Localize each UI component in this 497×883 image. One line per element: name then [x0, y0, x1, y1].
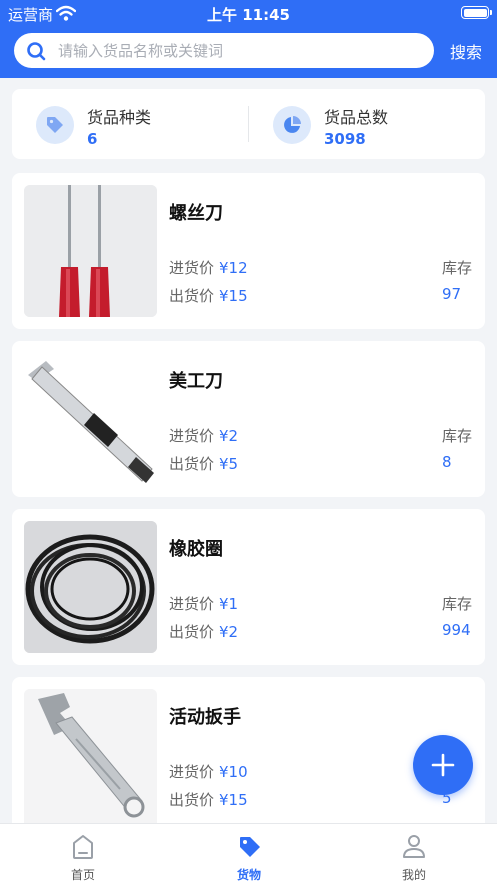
sale-price-row: 出货价 ¥15: [169, 285, 248, 306]
purchase-price-value: ¥2: [219, 427, 239, 445]
pie-chart-icon: [273, 106, 311, 144]
product-card[interactable]: 橡胶圈 进货价 ¥1 出货价 ¥2 库存 994: [12, 509, 485, 665]
purchase-price-label: 进货价: [169, 259, 215, 277]
purchase-price-value: ¥1: [219, 595, 239, 613]
product-card[interactable]: 螺丝刀 进货价 ¥12 出货价 ¥15 库存 97: [12, 173, 485, 329]
search-input[interactable]: [58, 33, 418, 68]
tab-goods-label: 货物: [236, 868, 261, 882]
product-image-rubber-ring: [24, 521, 157, 653]
product-card[interactable]: 美工刀 进货价 ¥2 出货价 ¥5 库存 8: [12, 341, 485, 497]
product-image-screwdriver: [24, 185, 157, 317]
sale-price-value: ¥2: [219, 623, 239, 641]
stat-categories-value: 6: [87, 130, 98, 148]
sale-price-label: 出货价: [169, 455, 215, 473]
product-name: 美工刀: [169, 371, 223, 392]
add-product-button[interactable]: [413, 735, 473, 795]
product-name: 橡胶圈: [169, 539, 223, 560]
battery-icon: [461, 6, 492, 19]
tab-mine[interactable]: 我的: [331, 824, 497, 883]
sale-price-label: 出货价: [169, 791, 215, 809]
tab-home[interactable]: 首页: [0, 824, 166, 883]
plus-icon: [431, 753, 455, 777]
stat-categories-label: 货品种类: [87, 108, 152, 127]
purchase-price-label: 进货价: [169, 763, 215, 781]
sale-price-value: ¥15: [219, 287, 248, 305]
purchase-price-row: 进货价 ¥10: [169, 761, 248, 782]
tag-icon: [240, 837, 260, 857]
purchase-price-row: 进货价 ¥12: [169, 257, 248, 278]
product-name: 活动扳手: [169, 707, 241, 728]
product-name: 螺丝刀: [169, 203, 223, 224]
sale-price-label: 出货价: [169, 287, 215, 305]
stock-label: 库存: [442, 259, 473, 277]
sale-price-row: 出货价 ¥15: [169, 789, 248, 810]
stat-total-value: 3098: [324, 130, 366, 148]
tab-goods[interactable]: 货物: [166, 824, 332, 883]
status-time: 上午 11:45: [207, 6, 290, 24]
sale-price-row: 出货价 ¥2: [169, 621, 238, 642]
sale-price-value: ¥5: [219, 455, 239, 473]
stat-total-label: 货品总数: [324, 108, 389, 127]
product-image-utility-knife: [24, 353, 157, 485]
purchase-price-label: 进货价: [169, 427, 215, 445]
bottom-tab-bar: 首页 货物 我的: [0, 823, 497, 883]
stock-label: 库存: [442, 427, 473, 445]
stock-value: 97: [442, 285, 462, 303]
search-button[interactable]: 搜索: [444, 38, 488, 64]
user-icon: [403, 835, 425, 858]
purchase-price-label: 进货价: [169, 595, 215, 613]
purchase-price-value: ¥10: [219, 763, 248, 781]
stats-divider: [248, 106, 249, 142]
purchase-price-value: ¥12: [219, 259, 248, 277]
sale-price-row: 出货价 ¥5: [169, 453, 238, 474]
stock-value: 994: [442, 621, 471, 639]
stats-card: 货品种类 6 货品总数 3098: [12, 89, 485, 159]
stock-label: 库存: [442, 595, 473, 613]
home-icon: [73, 835, 93, 859]
search-icon: [27, 42, 46, 61]
purchase-price-row: 进货价 ¥1: [169, 593, 238, 614]
tab-home-label: 首页: [70, 868, 95, 882]
search-box[interactable]: [14, 33, 434, 68]
tag-icon: [36, 106, 74, 144]
stock-value: 8: [442, 453, 452, 471]
product-image-wrench: [24, 689, 157, 823]
tab-mine-label: 我的: [401, 868, 426, 882]
sale-price-label: 出货价: [169, 623, 215, 641]
header-bar: 运营商 上午 11:45 搜索: [0, 0, 497, 78]
status-bar: 运营商 上午 11:45: [0, 0, 497, 26]
sale-price-value: ¥15: [219, 791, 248, 809]
product-card[interactable]: 活动扳手 进货价¥10 出货价¥15 库存 5: [12, 677, 485, 823]
purchase-price-row: 进货价 ¥2: [169, 425, 238, 446]
